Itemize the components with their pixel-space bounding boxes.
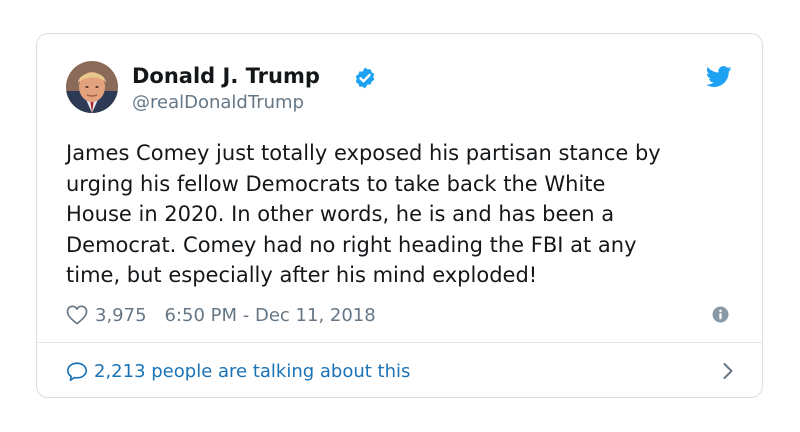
tweet-text: James Comey just totally exposed his par…	[66, 138, 746, 291]
tweet-text-line: Democrat. Comey had no right heading the…	[66, 232, 637, 257]
verified-badge-icon	[355, 67, 375, 89]
author-handle[interactable]: @realDonaldTrump	[132, 92, 304, 113]
like-count[interactable]: 3,975	[95, 305, 147, 326]
tweet-text-line: House in 2020. In other words, he is and…	[66, 202, 615, 226]
conversation-link[interactable]: 2,213 people are talking about this	[66, 358, 734, 384]
heart-icon[interactable]	[66, 305, 88, 325]
author-display-name[interactable]: Donald J. Trump	[132, 64, 320, 88]
tweet-text-line: James Comey just totally exposed his par…	[66, 141, 661, 165]
conversation-link-label: 2,213 people are talking about this	[94, 360, 411, 382]
tweet-meta: 3,975 6:50 PM - Dec 11, 2018	[66, 302, 376, 328]
avatar[interactable]	[66, 61, 118, 113]
tweet-text-line: time, but especially after his mind expl…	[66, 263, 538, 287]
divider	[37, 342, 762, 343]
chevron-right-icon	[723, 363, 733, 379]
info-icon[interactable]	[712, 306, 729, 323]
speech-bubble-icon	[67, 361, 87, 381]
tweet-card[interactable]: Donald J. Trump @realDonaldTrump James C…	[36, 33, 763, 398]
twitter-bird-icon[interactable]	[706, 66, 732, 88]
tweet-text-line: urging his fellow Democrats to take back…	[66, 171, 606, 196]
tweet-timestamp[interactable]: 6:50 PM - Dec 11, 2018	[165, 305, 376, 326]
